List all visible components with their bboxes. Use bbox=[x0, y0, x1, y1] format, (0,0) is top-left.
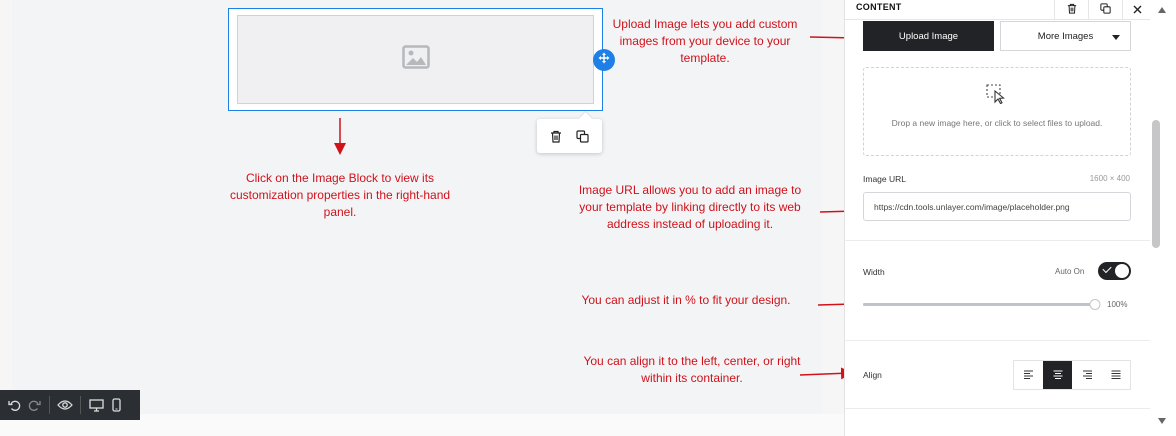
more-images-label: More Images bbox=[1037, 30, 1094, 42]
arrow-align bbox=[799, 367, 853, 380]
panel-scrollbar[interactable] bbox=[1150, 0, 1176, 436]
undo-icon[interactable] bbox=[4, 394, 24, 416]
check-icon bbox=[1102, 263, 1112, 274]
close-icon bbox=[1133, 1, 1142, 19]
scroll-up-arrow-icon[interactable] bbox=[1158, 7, 1166, 13]
toggle-knob bbox=[1115, 264, 1129, 278]
dropzone-text: Drop a new image here, or click to selec… bbox=[891, 118, 1103, 128]
image-url-label: Image URL bbox=[863, 174, 906, 184]
bottom-toolbar bbox=[0, 390, 140, 420]
align-button-group bbox=[1013, 360, 1131, 390]
align-justify-icon bbox=[1111, 366, 1121, 384]
align-label: Align bbox=[863, 370, 882, 380]
scroll-down-arrow-icon[interactable] bbox=[1158, 418, 1166, 424]
desktop-icon[interactable] bbox=[86, 394, 106, 416]
panel-title: CONTENT bbox=[856, 2, 902, 12]
section-divider bbox=[845, 408, 1151, 409]
duplicate-icon bbox=[1100, 1, 1111, 19]
drop-select-icon bbox=[986, 84, 1008, 109]
panel-close-button[interactable] bbox=[1122, 0, 1151, 20]
align-left-button[interactable] bbox=[1014, 361, 1043, 389]
align-center-button[interactable] bbox=[1043, 361, 1072, 389]
section-divider bbox=[845, 340, 1151, 341]
width-label: Width bbox=[863, 267, 885, 277]
align-right-icon bbox=[1082, 366, 1092, 384]
upload-image-button[interactable]: Upload Image bbox=[863, 21, 994, 51]
align-right-button[interactable] bbox=[1072, 361, 1101, 389]
auto-width-label: Auto On bbox=[1055, 267, 1085, 276]
image-dimensions: 1600 × 400 bbox=[1089, 174, 1130, 183]
properties-panel: CONTENT Upload Image More Images Drop a … bbox=[844, 0, 1151, 436]
more-images-dropdown[interactable]: More Images bbox=[1000, 21, 1131, 51]
width-value: 100% bbox=[1107, 300, 1128, 309]
scrollbar-thumb[interactable] bbox=[1152, 120, 1160, 248]
panel-duplicate-button[interactable] bbox=[1088, 0, 1122, 20]
toolbar-separator bbox=[80, 396, 81, 414]
align-center-icon bbox=[1053, 366, 1063, 384]
panel-delete-button[interactable] bbox=[1054, 0, 1088, 20]
trash-icon bbox=[1067, 1, 1077, 19]
redo-icon[interactable] bbox=[24, 394, 44, 416]
image-url-input[interactable] bbox=[863, 192, 1131, 221]
caret-down-icon bbox=[1112, 35, 1120, 40]
panel-header: CONTENT bbox=[845, 0, 1151, 20]
auto-width-toggle[interactable] bbox=[1098, 262, 1131, 280]
width-slider[interactable] bbox=[863, 299, 1101, 310]
mobile-icon[interactable] bbox=[106, 394, 126, 416]
section-divider bbox=[845, 240, 1151, 241]
align-justify-button[interactable] bbox=[1101, 361, 1130, 389]
width-slider-handle[interactable] bbox=[1089, 299, 1101, 310]
image-dropzone[interactable]: Drop a new image here, or click to selec… bbox=[863, 67, 1131, 156]
width-slider-fill bbox=[863, 303, 1095, 306]
align-left-icon bbox=[1023, 366, 1034, 384]
toolbar-separator bbox=[49, 396, 50, 414]
preview-eye-icon[interactable] bbox=[55, 394, 75, 416]
